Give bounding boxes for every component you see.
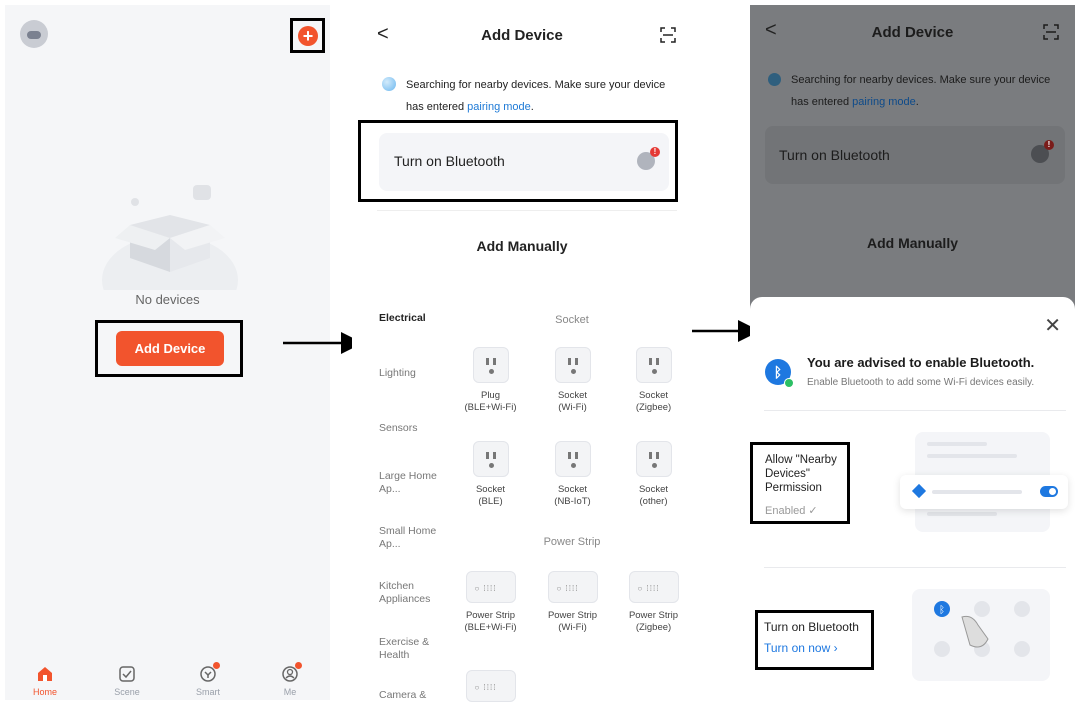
bluetooth-icon: ! <box>1031 140 1054 163</box>
page-title: Add Device <box>481 27 563 44</box>
category-item[interactable]: Small Home Ap... <box>379 525 441 551</box>
permission-toggle[interactable] <box>1040 486 1058 497</box>
turn-on-now-link[interactable]: Turn on now › <box>764 641 838 655</box>
highlight-box: Allow "Nearby Devices" Permission Enable… <box>750 442 850 524</box>
device-tile[interactable]: Socket (Zigbee) <box>616 347 691 414</box>
category-item[interactable]: Electrical <box>379 312 449 325</box>
searching-icon <box>382 77 396 91</box>
avatar[interactable] <box>20 20 48 48</box>
device-tile[interactable]: Socket (other) <box>616 441 691 508</box>
close-icon[interactable]: ✕ <box>1044 313 1061 338</box>
scan-icon[interactable] <box>660 27 676 43</box>
category-item[interactable]: Lighting <box>379 367 449 380</box>
divider <box>764 567 1066 568</box>
bottom-tab-bar: Home Scene Smart Me <box>5 657 330 705</box>
pairing-mode-link[interactable]: pairing mode <box>467 101 531 113</box>
pairing-mode-link[interactable]: pairing mode <box>852 96 916 108</box>
turn-on-bluetooth-card[interactable]: Turn on Bluetooth ! <box>379 133 669 191</box>
section-title: Add Manually <box>866 235 958 251</box>
add-plus-button[interactable]: + <box>298 26 318 46</box>
device-tile[interactable]: ○ ⁞⁞⁞⁞ Power Strip (Wi-Fi) <box>535 571 610 634</box>
advice-title: You are advised to enable Bluetooth. <box>807 355 1035 370</box>
tab-scene[interactable]: Scene <box>97 657 157 697</box>
device-tile[interactable]: Plug (BLE+Wi-Fi) <box>453 347 528 414</box>
permission-toggle-card <box>900 475 1068 509</box>
permission-label: Allow "Nearby Devices" Permission <box>765 454 837 494</box>
search-hint: Searching for nearby devices. Make sure … <box>791 74 1051 108</box>
category-item[interactable]: Large Home Ap... <box>379 470 441 496</box>
socket-icon <box>554 441 591 477</box>
bluetooth-illustration: ᛒ <box>912 589 1050 681</box>
turn-on-bluetooth-card[interactable]: Turn on Bluetooth ! <box>765 126 1065 184</box>
smart-icon <box>199 662 220 683</box>
socket-icon <box>635 441 672 477</box>
divider <box>377 210 677 211</box>
divider <box>764 410 1066 411</box>
device-tile[interactable]: Socket (BLE) <box>453 441 528 508</box>
highlight-box: + <box>290 18 325 53</box>
turn-on-bluetooth-label: Turn on Bluetooth <box>764 620 859 634</box>
alert-badge: ! <box>1044 140 1054 150</box>
power-strip-icon: ○ ⁞⁞⁞⁞ <box>628 571 679 603</box>
category-item[interactable]: Sensors <box>379 422 449 435</box>
tab-me[interactable]: Me <box>260 657 320 697</box>
device-tile[interactable]: ○ ⁞⁞⁞⁞ Power Strip (BLE+Wi-Fi) <box>453 571 528 634</box>
bluetooth-icon: ᛒ <box>765 359 794 388</box>
page-title: Add Device <box>871 24 954 41</box>
category-item[interactable]: Camera & <box>379 689 449 702</box>
device-tile[interactable]: Socket (NB-IoT) <box>535 441 610 508</box>
notification-dot <box>213 662 220 669</box>
device-tile[interactable]: Socket (Wi-Fi) <box>535 347 610 414</box>
search-hint: Searching for nearby devices. Make sure … <box>406 79 666 113</box>
highlight-box: Turn on Bluetooth ! <box>358 120 678 202</box>
permission-status: Enabled ✓ <box>765 505 818 517</box>
power-strip-icon: ○ ⁞⁞⁞⁞ <box>465 571 516 603</box>
add-device-screen: < Add Device Searching for nearby device… <box>352 5 692 702</box>
socket-icon <box>554 347 591 383</box>
tab-smart[interactable]: Smart <box>178 657 238 697</box>
empty-state-text: No devices <box>135 292 200 307</box>
home-screen: + No devices Add Device Home Scene Smart… <box>5 5 330 700</box>
bluetooth-bottom-sheet: ✕ ᛒ You are advised to enable Bluetooth.… <box>750 297 1075 700</box>
device-tile[interactable]: ○ ⁞⁞⁞⁞ <box>453 670 528 702</box>
category-item[interactable]: Exercise & Health <box>379 636 441 662</box>
section-label: Power Strip <box>543 536 601 548</box>
location-icon <box>911 483 927 499</box>
advice-subtitle: Enable Bluetooth to add some Wi-Fi devic… <box>807 377 1035 388</box>
power-strip-icon: ○ ⁞⁞⁞⁞ <box>547 571 598 603</box>
power-strip-icon: ○ ⁞⁞⁞⁞ <box>465 670 516 702</box>
category-item[interactable]: Kitchen Appliances <box>379 580 441 606</box>
check-icon <box>784 378 794 388</box>
add-device-button[interactable]: Add Device <box>116 331 224 366</box>
socket-icon <box>472 441 509 477</box>
highlight-box: Turn on Bluetooth Turn on now › <box>755 610 874 670</box>
highlight-box: Add Device <box>95 320 243 377</box>
me-icon <box>281 662 302 683</box>
device-tile[interactable]: ○ ⁞⁞⁞⁞ Power Strip (Zigbee) <box>616 571 691 634</box>
socket-icon <box>635 347 672 383</box>
svg-text:ᛒ: ᛒ <box>939 605 945 616</box>
bluetooth-prompt-screen: < Add Device Searching for nearby device… <box>750 5 1075 700</box>
scene-icon <box>118 665 136 683</box>
bluetooth-icon: ! <box>637 147 660 170</box>
scan-icon[interactable] <box>1043 24 1059 40</box>
home-icon <box>36 665 54 683</box>
section-label: Socket <box>555 314 589 326</box>
notification-dot <box>295 662 302 669</box>
tab-home[interactable]: Home <box>15 657 75 697</box>
searching-icon <box>768 73 781 86</box>
section-title: Add Manually <box>476 238 568 254</box>
arrow-right-icon <box>283 332 363 354</box>
socket-icon <box>472 347 509 383</box>
alert-badge: ! <box>650 147 660 157</box>
empty-box-illustration <box>102 185 238 290</box>
